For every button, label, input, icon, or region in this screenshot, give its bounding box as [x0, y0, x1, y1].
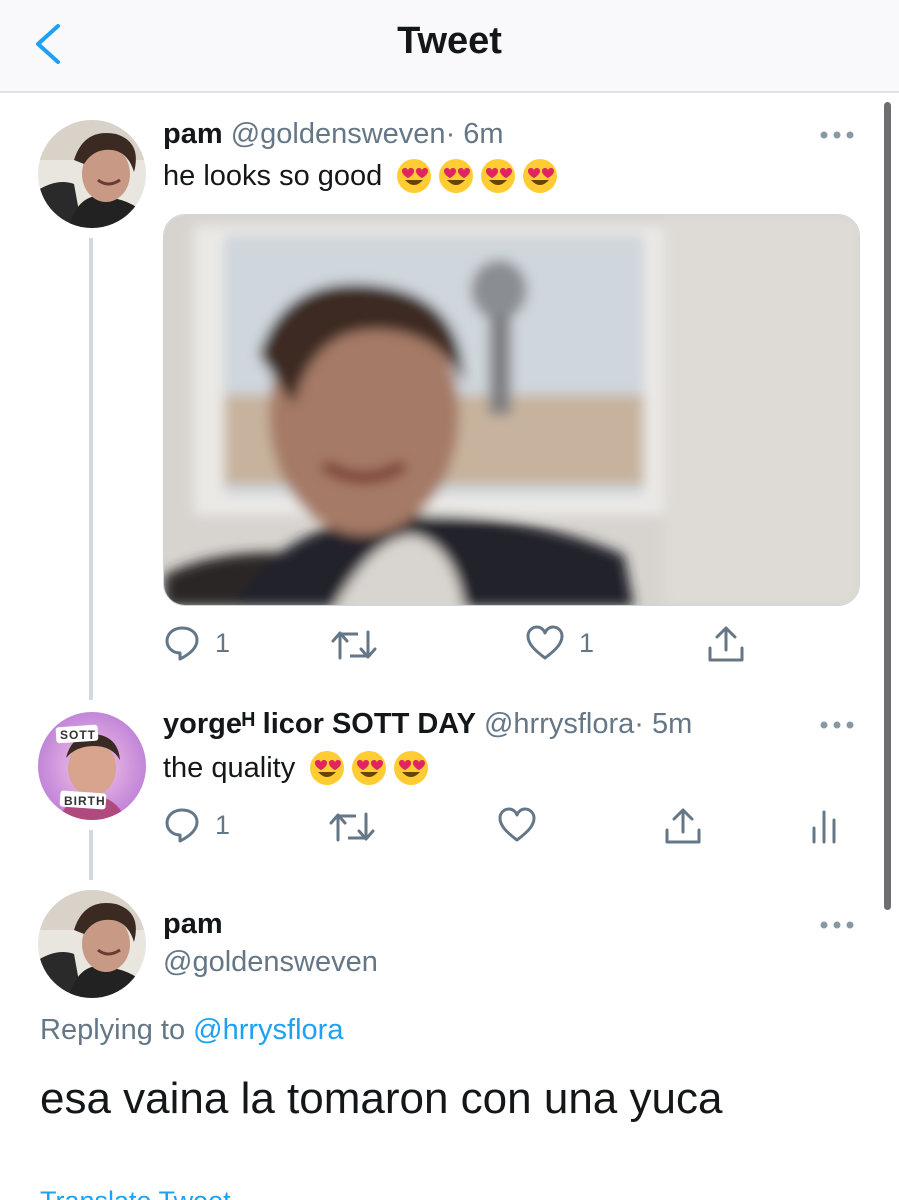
analytics-icon [812, 810, 836, 844]
tweet-text: the quality [163, 750, 429, 786]
avatar-photo [38, 890, 146, 998]
timestamp: · 6m [445, 118, 504, 150]
heart-eyes-emoji [310, 751, 345, 785]
heart-eyes-emoji [481, 159, 516, 193]
username-handle[interactable]: @goldensweven [163, 946, 378, 978]
reply-icon [165, 808, 199, 843]
reply-icon [165, 626, 199, 661]
author-handle: @goldensweven [163, 946, 378, 979]
tweet-text: he looks so good [163, 158, 558, 194]
tweet-header: yorgeᴴ licor SOTT DAY @hrrysflora· 5m [163, 708, 692, 741]
thread-line [89, 830, 93, 880]
retweet-icon [329, 812, 375, 842]
like-icon [526, 625, 564, 660]
tweet-media-image[interactable] [163, 214, 860, 606]
reply-count: 1 [215, 627, 231, 658]
tweet-text-content: he looks so good [163, 159, 383, 192]
username-handle[interactable]: @hrrysflora [484, 708, 634, 740]
translate-tweet-link[interactable]: Translate Tweet [40, 1186, 231, 1200]
heart-eyes-emoji [394, 751, 429, 785]
retweet-icon [331, 630, 377, 660]
share-icon [665, 808, 701, 844]
heart-eyes-emoji [439, 159, 474, 193]
share-icon [708, 626, 744, 662]
share-button[interactable] [663, 806, 703, 846]
avatar-badge-top: SOTT [60, 728, 96, 742]
scrollbar[interactable] [884, 102, 891, 910]
reply-button[interactable]: 1 [163, 624, 230, 662]
share-button[interactable] [706, 624, 746, 664]
more-icon[interactable] [819, 720, 855, 730]
analytics-button[interactable] [810, 808, 838, 844]
retweet-button[interactable] [330, 628, 378, 662]
thread-line [89, 238, 93, 700]
display-name[interactable]: pam [163, 908, 223, 940]
tweet-header: pam @goldensweven· 6m [163, 118, 504, 151]
timestamp: · 5m [634, 708, 693, 740]
replying-to-handle-link[interactable]: @hrrysflora [193, 1014, 343, 1046]
like-button[interactable]: 1 [525, 624, 594, 662]
retweet-button[interactable] [328, 810, 376, 844]
like-icon [498, 807, 536, 842]
like-button[interactable] [497, 806, 537, 844]
more-icon[interactable] [819, 130, 855, 140]
more-icon[interactable] [819, 920, 855, 930]
author-name: pam [163, 908, 223, 941]
replying-to-label: Replying to [40, 1014, 186, 1046]
avatar-badge-bottom: BIRTH [64, 794, 106, 808]
replying-to: Replying to @hrrysflora [40, 1014, 343, 1047]
avatar[interactable] [38, 890, 146, 998]
page-title: Tweet [397, 20, 502, 62]
avatar-photo [38, 120, 146, 228]
navigation-bar: Tweet [0, 0, 899, 93]
main-tweet-text: esa vaina la tomaron con una yuca [40, 1074, 723, 1123]
avatar[interactable]: SOTT BIRTH [38, 712, 146, 820]
reply-count: 1 [215, 809, 231, 840]
avatar[interactable] [38, 120, 146, 228]
username-handle[interactable]: @goldensweven [231, 118, 446, 150]
tweet-text-content: the quality [163, 751, 296, 784]
media-photo [164, 215, 859, 605]
heart-eyes-emoji [397, 159, 432, 193]
display-name[interactable]: yorgeᴴ licor SOTT DAY [163, 708, 476, 740]
reply-button[interactable]: 1 [163, 806, 230, 844]
like-count: 1 [579, 627, 595, 658]
display-name[interactable]: pam [163, 118, 223, 150]
heart-eyes-emoji [523, 159, 558, 193]
heart-eyes-emoji [352, 751, 387, 785]
